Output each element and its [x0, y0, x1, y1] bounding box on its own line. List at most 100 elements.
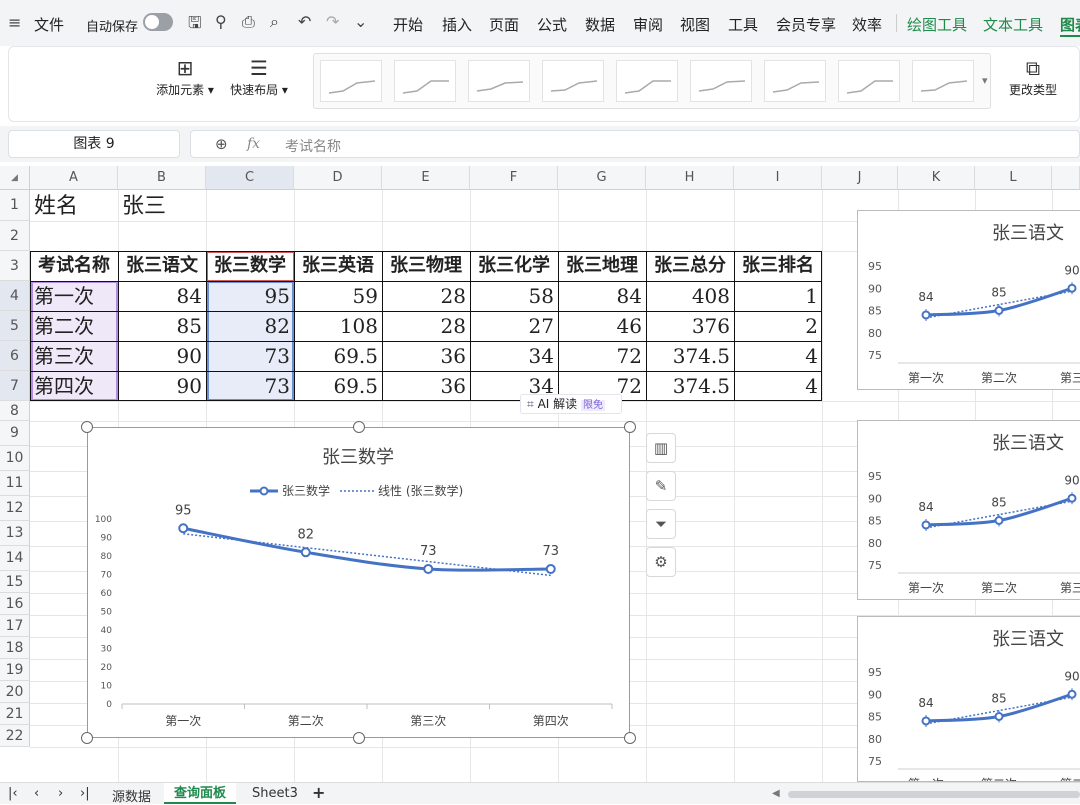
chart-style-brush-icon[interactable]: ✎: [646, 471, 676, 501]
save-icon[interactable]: 🖫: [188, 12, 202, 39]
row-header-6[interactable]: 6: [0, 341, 30, 371]
chart-style-7[interactable]: [764, 60, 826, 102]
row-header-3[interactable]: 3: [0, 251, 30, 281]
column-header-g[interactable]: G: [558, 166, 646, 190]
column-header-h[interactable]: H: [646, 166, 734, 190]
value-cell[interactable]: 374.5: [646, 371, 734, 401]
row-header-1[interactable]: 1: [0, 190, 30, 221]
tab-efficiency[interactable]: 效率: [852, 14, 882, 35]
chart-chinese-1[interactable]: 张三语文 95 90 85 80 75 84 85 90 第一次 第二次 第三: [857, 210, 1080, 390]
row-header-21[interactable]: 21: [0, 703, 30, 725]
add-sheet-icon[interactable]: +: [312, 783, 325, 802]
tab-text-tools[interactable]: 文本工具: [983, 14, 1043, 35]
row-header-14[interactable]: 14: [0, 546, 30, 571]
column-header-d[interactable]: D: [294, 166, 382, 190]
print-icon[interactable]: ⎙: [242, 12, 255, 32]
header-cell[interactable]: 张三地理: [558, 251, 646, 281]
chart-style-6[interactable]: [690, 60, 752, 102]
chart-style-1[interactable]: [320, 60, 382, 102]
row-header-2[interactable]: 2: [0, 221, 30, 251]
header-cell[interactable]: 张三物理: [382, 251, 470, 281]
tab-review[interactable]: 审阅: [633, 14, 663, 35]
tab-formula[interactable]: 公式: [537, 14, 567, 35]
redo-icon[interactable]: ↷: [326, 12, 339, 31]
resize-handle-se[interactable]: [624, 732, 636, 744]
resize-handle-nw[interactable]: [81, 421, 93, 433]
tab-drawing-tools[interactable]: 绘图工具: [907, 14, 967, 35]
header-cell[interactable]: 张三排名: [734, 251, 822, 281]
exam-name-cell[interactable]: 第一次: [34, 281, 118, 311]
value-cell[interactable]: 108: [294, 311, 382, 341]
row-header-5[interactable]: 5: [0, 311, 30, 341]
quick-layout-button[interactable]: ☰ 快速布局 ▾: [225, 55, 293, 98]
sheet-tab-query[interactable]: 查询面板: [164, 783, 237, 804]
row-header-17[interactable]: 17: [0, 615, 30, 637]
file-menu[interactable]: 文件: [34, 14, 64, 35]
sheet-tab-source[interactable]: 源数据: [112, 786, 151, 805]
autosave-toggle[interactable]: [143, 13, 173, 31]
value-cell[interactable]: 82: [206, 311, 294, 341]
value-cell[interactable]: 90: [118, 371, 206, 401]
scroll-left-icon[interactable]: ◀: [772, 788, 780, 799]
value-cell[interactable]: 408: [646, 281, 734, 311]
undo-icon[interactable]: ↶: [298, 12, 311, 31]
value-cell[interactable]: 4: [734, 341, 822, 371]
header-cell[interactable]: 张三化学: [470, 251, 558, 281]
column-header-k[interactable]: K: [898, 166, 975, 190]
cell-b1[interactable]: 张三: [122, 192, 206, 222]
resize-handle-sw[interactable]: [81, 732, 93, 744]
chart-style-4[interactable]: [542, 60, 604, 102]
worksheet[interactable]: ◢ A B C D E F G H I J K L 1 2 3 4 5 6 7 …: [0, 166, 1080, 782]
value-cell[interactable]: 27: [470, 311, 558, 341]
tab-home[interactable]: 开始: [393, 14, 423, 35]
exam-name-cell[interactable]: 第三次: [34, 341, 118, 371]
more-chevron-icon[interactable]: ⌄: [354, 12, 367, 31]
row-header-10[interactable]: 10: [0, 446, 30, 471]
add-element-button[interactable]: ⊞ 添加元素 ▾: [149, 55, 221, 98]
exam-name-cell[interactable]: 第四次: [34, 371, 118, 401]
value-cell[interactable]: 36: [382, 371, 470, 401]
value-cell[interactable]: 69.5: [294, 341, 382, 371]
print-preview-icon[interactable]: ⌕: [270, 12, 279, 32]
value-cell[interactable]: 73: [206, 341, 294, 371]
column-header-i[interactable]: I: [734, 166, 822, 190]
menu-icon[interactable]: ≡: [8, 13, 21, 32]
chart-filter-icon[interactable]: ⏷: [646, 509, 676, 539]
value-cell[interactable]: 72: [558, 341, 646, 371]
horizontal-scrollbar[interactable]: [788, 791, 1080, 798]
value-cell[interactable]: 28: [382, 311, 470, 341]
resize-handle-s[interactable]: [353, 732, 365, 744]
row-header-22[interactable]: 22: [0, 725, 30, 747]
chart-style-5[interactable]: [616, 60, 678, 102]
column-header-b[interactable]: B: [118, 166, 206, 190]
value-cell[interactable]: 95: [206, 281, 294, 311]
value-cell[interactable]: 374.5: [646, 341, 734, 371]
column-header-m[interactable]: [1052, 166, 1080, 190]
value-cell[interactable]: 1: [734, 281, 822, 311]
value-cell[interactable]: 73: [206, 371, 294, 401]
value-cell[interactable]: 28: [382, 281, 470, 311]
chart-style-3[interactable]: [468, 60, 530, 102]
tab-insert[interactable]: 插入: [442, 14, 472, 35]
value-cell[interactable]: 2: [734, 311, 822, 341]
tab-member[interactable]: 会员专享: [776, 14, 836, 35]
column-header-c[interactable]: C: [206, 166, 294, 190]
chart-settings-icon[interactable]: ⚙: [646, 547, 676, 577]
prev-sheet-icon[interactable]: ‹: [34, 786, 39, 801]
header-cell[interactable]: 张三数学: [206, 251, 294, 281]
row-header-4[interactable]: 4: [0, 281, 30, 311]
row-header-20[interactable]: 20: [0, 681, 30, 703]
change-type-button[interactable]: ⧉ 更改类型: [1003, 55, 1063, 98]
name-box[interactable]: 图表 9: [8, 130, 180, 158]
header-cell[interactable]: 考试名称: [30, 251, 118, 281]
cell-a1[interactable]: 姓名: [34, 192, 118, 222]
column-header-j[interactable]: J: [822, 166, 898, 190]
value-cell[interactable]: 58: [470, 281, 558, 311]
value-cell[interactable]: 85: [118, 311, 206, 341]
value-cell[interactable]: 4: [734, 371, 822, 401]
value-cell[interactable]: 84: [558, 281, 646, 311]
chart-chinese-2[interactable]: 张三语文 95 90 85 80 75 84 85 90 第一次 第二次 第三: [857, 420, 1080, 600]
select-all-corner[interactable]: ◢: [0, 166, 30, 190]
row-header-16[interactable]: 16: [0, 593, 30, 615]
column-header-a[interactable]: A: [30, 166, 118, 190]
